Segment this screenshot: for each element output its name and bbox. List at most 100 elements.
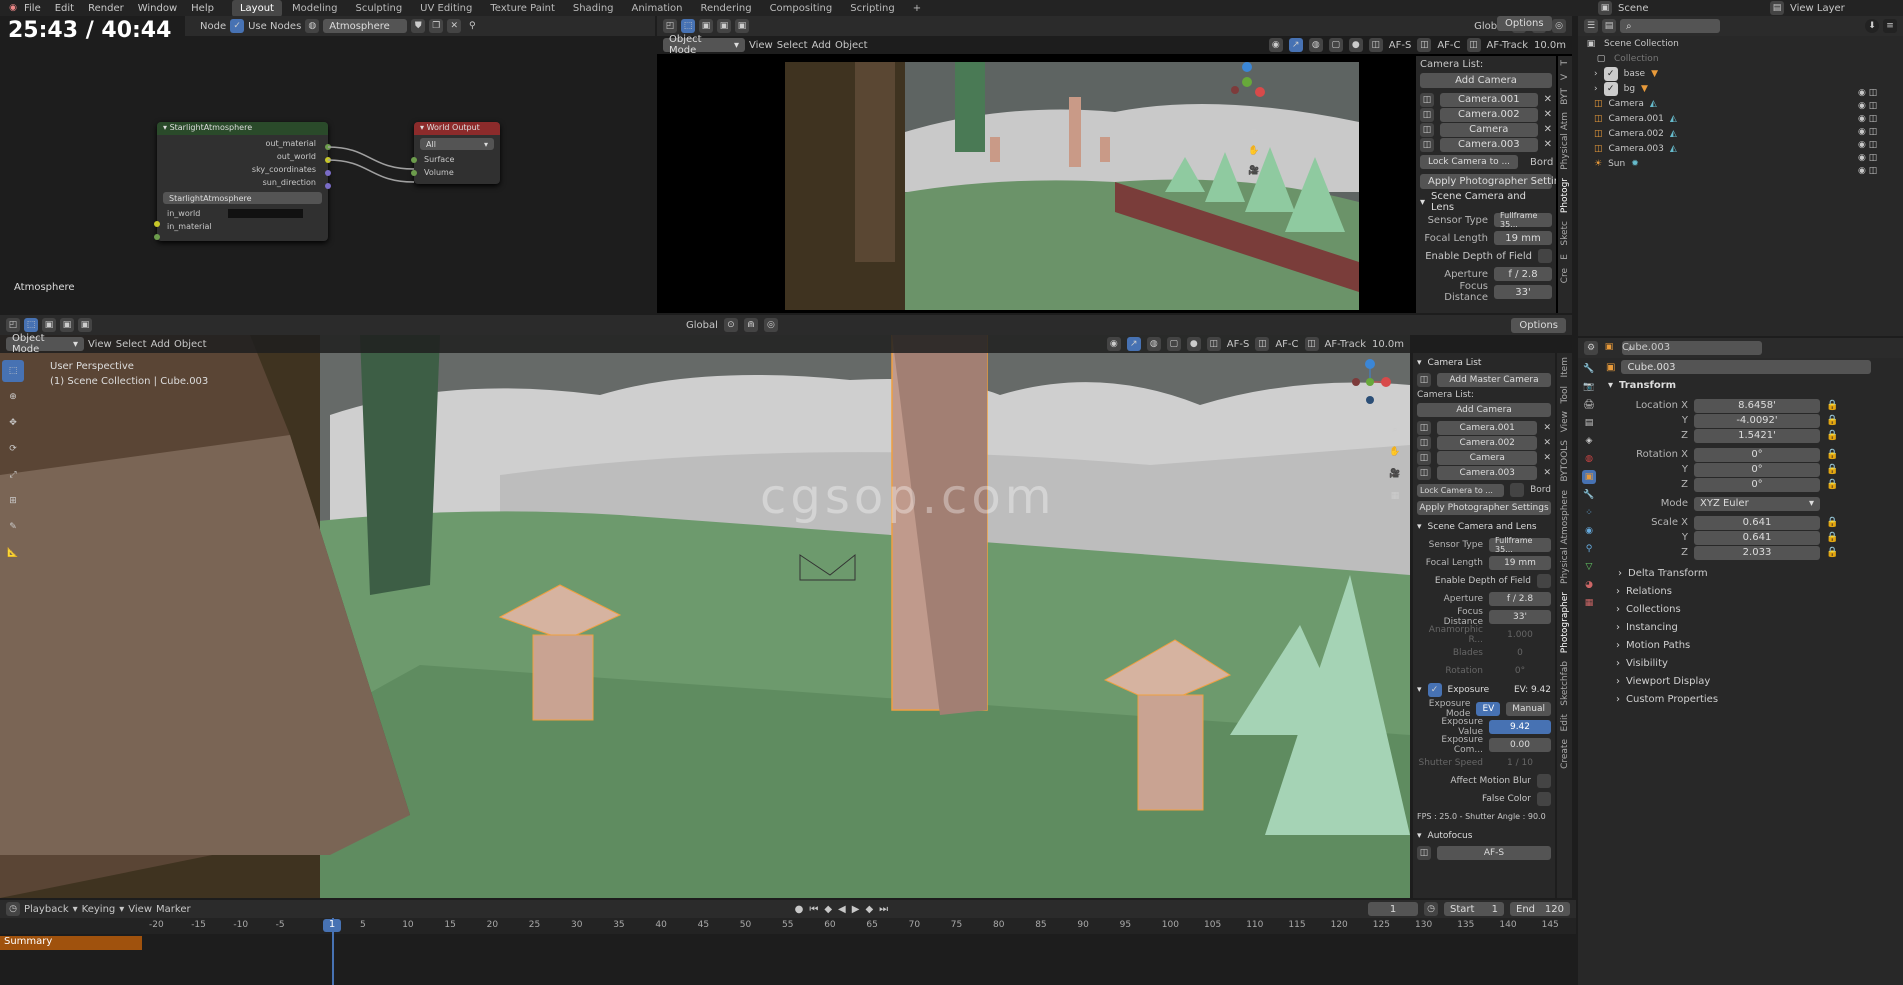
main-focal-field[interactable]: 19 mm (1489, 556, 1551, 570)
tab-sculpting[interactable]: Sculpting (347, 0, 410, 17)
playhead-frame[interactable]: 1 (323, 919, 341, 932)
main-afs[interactable]: AF-S (1227, 339, 1250, 350)
prev-key-icon[interactable]: ◆ (824, 904, 832, 915)
scene-name[interactable]: Scene (1618, 3, 1649, 14)
top-nav-gizmo[interactable] (1227, 62, 1267, 112)
main-nav-gizmo[interactable] (1348, 357, 1392, 407)
main-dof-checkbox[interactable] (1537, 574, 1551, 588)
top-tab-photogr[interactable]: Photogr (1560, 174, 1570, 217)
main-bord-checkbox[interactable] (1510, 483, 1525, 497)
top-aperture-field[interactable]: f / 2.8 (1494, 267, 1552, 281)
main-tab-sketchfab[interactable]: Sketchfab (1560, 657, 1570, 710)
main-orient[interactable]: Global (686, 320, 718, 331)
cursor-icon[interactable]: ⊕ (2, 386, 24, 408)
main-camera-3[interactable]: Camera.003 (1437, 465, 1538, 480)
eye-icon-1[interactable]: ◉ ◫ (1858, 88, 1877, 98)
timeline-playback[interactable]: Playback (24, 904, 69, 915)
main-scene-camera-header[interactable]: ▾ Scene Camera and Lens (1417, 518, 1551, 536)
tab-scripting[interactable]: Scripting (842, 0, 902, 17)
section-instancing[interactable]: › Instancing (1602, 618, 1902, 636)
main-pan-hand-icon[interactable]: ✋ (1388, 445, 1402, 459)
lock-icon-ry[interactable]: 🔒 (1826, 464, 1838, 475)
proportional-icon[interactable]: ◎ (1552, 19, 1566, 33)
top-scene-camera-header[interactable]: ▾ Scene Camera and Lens (1420, 191, 1552, 213)
rot-x-field[interactable]: 0° (1694, 447, 1820, 462)
lock-icon-rx[interactable]: 🔒 (1826, 449, 1838, 460)
main-aftrack-icon[interactable]: ◫ (1304, 337, 1319, 351)
top-camera-3[interactable]: Camera.003 (1440, 137, 1538, 152)
main-remove-camera-icon-1[interactable]: ✕ (1543, 423, 1551, 433)
scene-tab-icon[interactable]: ◈ (1582, 434, 1596, 448)
outliner-item-base[interactable]: › ✓ base ▼ (1578, 66, 1903, 81)
main-mode-dropdown[interactable]: Object Mode ▾ (6, 333, 84, 355)
end-frame-field[interactable]: End 120 (1510, 902, 1570, 916)
mode-icon[interactable]: ▣ (699, 19, 713, 33)
preview-range-icon[interactable]: ◷ (1424, 902, 1438, 916)
exposure-checkbox[interactable]: ✓ (1427, 683, 1442, 697)
tab-uv-editing[interactable]: UV Editing (412, 0, 480, 17)
jump-start-icon[interactable]: ⏮ (809, 904, 818, 915)
outliner-scene-collection[interactable]: ▣ Scene Collection (1578, 36, 1903, 51)
section-viewport-display[interactable]: › Viewport Display (1602, 672, 1902, 690)
main-sensor-dropdown[interactable]: Fullframe 35... (1489, 536, 1551, 554)
autofocus-header[interactable]: ▾ Autofocus (1417, 826, 1551, 846)
main-zoom-icon[interactable]: ⌕ (1388, 423, 1402, 437)
top-focal-field[interactable]: 19 mm (1494, 231, 1552, 245)
annotate-icon[interactable]: ✎ (2, 516, 24, 538)
modifiers-tab-icon[interactable]: 🔧 (1582, 488, 1596, 502)
eye-icon-7[interactable]: ◉ ◫ (1858, 166, 1877, 176)
lock-icon-sx[interactable]: 🔒 (1826, 517, 1838, 528)
outliner-type-icon[interactable]: ☰ (1584, 19, 1598, 33)
next-key-icon[interactable]: ◆ (865, 904, 873, 915)
play-icon[interactable]: ▶ (852, 904, 860, 915)
scene-selector[interactable]: ▣ Scene (1598, 1, 1649, 15)
main-pivot-icon[interactable]: ⊙ (723, 318, 738, 332)
outliner-search-input[interactable]: ⌕ (1620, 19, 1720, 33)
main-tab-photographer[interactable]: Photographer (1560, 588, 1570, 657)
eye-icon-5[interactable]: ◉ ◫ (1858, 140, 1877, 150)
main-camera-2[interactable]: Camera (1437, 450, 1538, 465)
mode-icon-3[interactable]: ▣ (735, 19, 749, 33)
main-mode-icon-3[interactable]: ▣ (78, 318, 92, 332)
tab-rendering[interactable]: Rendering (692, 0, 759, 17)
main-aperture-field[interactable]: f / 2.8 (1489, 592, 1551, 606)
main-visibility-icon[interactable]: ◉ (1106, 337, 1121, 351)
add-master-camera-button[interactable]: Add Master Camera (1437, 373, 1551, 387)
main-grid-icon[interactable]: ▦ (1388, 489, 1402, 503)
main-dist[interactable]: 10.0m (1372, 339, 1404, 350)
display-mode-icon[interactable]: ▤ (1602, 19, 1616, 33)
main-snap-icon[interactable]: ⋒ (743, 318, 758, 332)
transform-icon[interactable]: ⊞ (2, 490, 24, 512)
start-frame-field[interactable]: Start 1 (1444, 902, 1504, 916)
jump-end-icon[interactable]: ⏭ (879, 904, 888, 915)
summary-channel[interactable]: Summary (0, 936, 142, 950)
tab-texture-paint[interactable]: Texture Paint (482, 0, 563, 17)
top-menu-add[interactable]: Add (812, 40, 831, 51)
main-camera-list-header[interactable]: ▾ Camera List (1417, 355, 1551, 371)
select-box-icon[interactable]: ⬚ (2, 360, 24, 382)
main-lock-camera-button[interactable]: Lock Camera to ... (1417, 483, 1505, 497)
play-reverse-icon[interactable]: ◀ (838, 904, 846, 915)
xray-icon[interactable]: ▢ (1328, 38, 1343, 52)
exposure-value-field[interactable]: 9.42 (1489, 720, 1551, 734)
timeline-type-icon[interactable]: ◷ (6, 902, 20, 916)
main-afc-icon[interactable]: ◫ (1255, 337, 1270, 351)
top-sensor-dropdown[interactable]: Fullframe 35... (1494, 211, 1552, 229)
checkbox-icon[interactable]: ✓ (1603, 66, 1618, 81)
lock-icon-rz[interactable]: 🔒 (1826, 479, 1838, 490)
output-tab-icon[interactable]: 🖨 (1582, 398, 1596, 412)
exposure-comp-field[interactable]: 0.00 (1489, 738, 1551, 752)
eye-icon-6[interactable]: ◉ ◫ (1858, 153, 1877, 163)
move-icon[interactable]: ✥ (2, 412, 24, 434)
top-menu-object[interactable]: Object (835, 40, 868, 51)
main-mode-icon-1[interactable]: ▣ (42, 318, 56, 332)
top-dist[interactable]: 10.0m (1534, 40, 1566, 51)
select-tool-icon[interactable]: ⬚ (681, 19, 695, 33)
lock-icon-sy[interactable]: 🔒 (1826, 532, 1838, 543)
mode-icon-2[interactable]: ▣ (717, 19, 731, 33)
tab-animation[interactable]: Animation (624, 0, 691, 17)
ev-mode-button[interactable]: EV (1476, 702, 1501, 716)
particles-tab-icon[interactable]: ⁘ (1582, 506, 1596, 520)
main-options-button[interactable]: Options (1511, 317, 1566, 333)
outliner-item-sun[interactable]: ☀ Sun ✹ (1578, 156, 1903, 171)
